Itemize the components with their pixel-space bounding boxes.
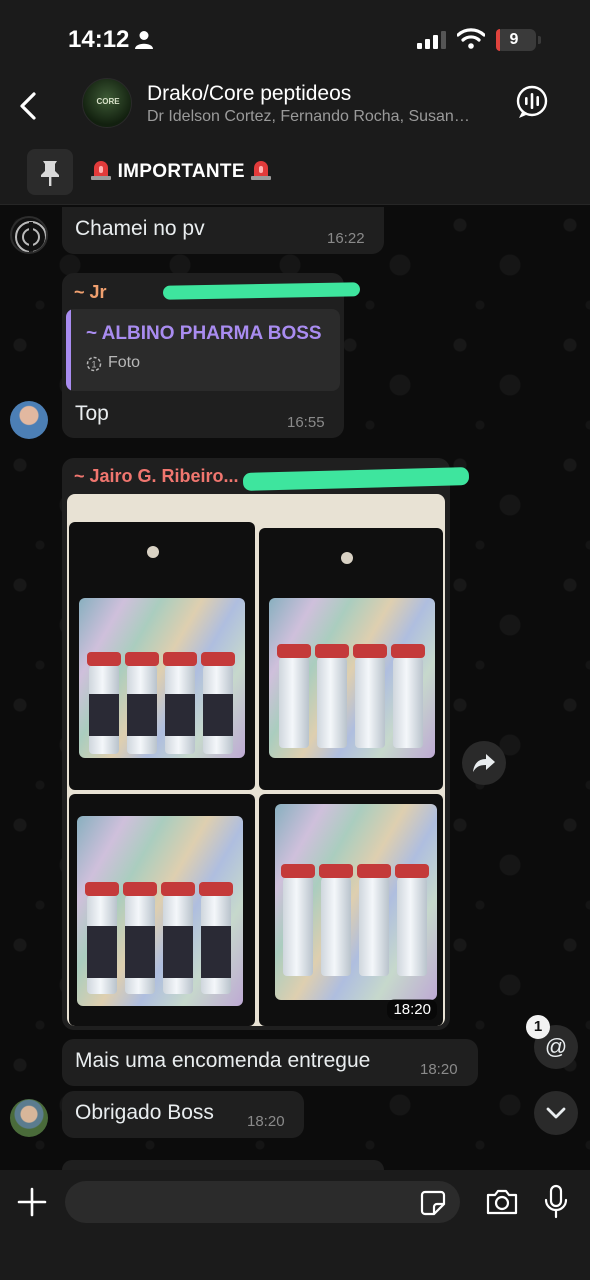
product-photo[interactable]: 18:20 xyxy=(67,494,445,1026)
vial xyxy=(281,864,315,976)
pinned-message-bar[interactable]: IMPORTANTE xyxy=(0,142,590,205)
siren-icon xyxy=(251,161,272,180)
battery-percent: 9 xyxy=(509,31,519,48)
siren-icon xyxy=(91,161,111,180)
avatar-user[interactable] xyxy=(10,1099,48,1137)
person-icon xyxy=(135,31,153,49)
message-bubble[interactable]: Obrigado Boss 18:20 xyxy=(62,1091,304,1138)
chevron-down-icon xyxy=(546,1107,566,1119)
message-text: Top xyxy=(75,402,109,425)
pin-button[interactable] xyxy=(27,149,73,195)
vial xyxy=(201,652,235,754)
pinned-message: IMPORTANTE xyxy=(90,158,272,183)
wifi-icon xyxy=(457,28,485,49)
microphone-icon[interactable] xyxy=(543,1184,569,1220)
partial-message-bubble xyxy=(62,1160,384,1170)
quote-accent-bar xyxy=(66,309,71,391)
quoted-sender: ~ ALBINO PHARMA BOSS xyxy=(86,323,322,344)
group-avatar[interactable]: CORE xyxy=(82,78,132,128)
back-button[interactable] xyxy=(10,86,50,126)
message-time: 16:22 xyxy=(327,230,365,247)
vial xyxy=(161,882,195,994)
group-avatar-logo-text: CORE xyxy=(96,97,120,106)
mentions-count-badge: 1 xyxy=(526,1015,550,1039)
chat-header: CORE Drako/Core peptideos Dr Idelson Cor… xyxy=(0,76,590,142)
svg-text:1: 1 xyxy=(91,360,96,370)
message-time: 18:20 xyxy=(247,1113,285,1130)
vial xyxy=(163,652,197,754)
vial xyxy=(395,864,429,976)
pin-icon xyxy=(41,161,59,186)
battery-indicator: 9 xyxy=(496,29,536,51)
vial xyxy=(315,644,349,748)
vial xyxy=(125,652,159,754)
vial xyxy=(277,644,311,748)
vial xyxy=(353,644,387,748)
forward-button[interactable] xyxy=(462,741,506,785)
quoted-message[interactable]: ~ ALBINO PHARMA BOSS 1 Foto xyxy=(66,309,340,391)
bag-hole xyxy=(341,552,353,564)
vial xyxy=(87,652,121,754)
status-time: 14:12 xyxy=(68,26,130,53)
message-text: Obrigado Boss xyxy=(75,1101,214,1124)
battery-cap xyxy=(538,36,541,44)
vial xyxy=(85,882,119,994)
status-bar: 14:12 9 xyxy=(0,0,590,76)
message-input[interactable] xyxy=(65,1181,460,1223)
camera-icon[interactable] xyxy=(485,1187,519,1217)
message-bubble[interactable]: Mais uma encomenda entregue 18:20 xyxy=(62,1039,478,1086)
vial xyxy=(123,882,157,994)
vial xyxy=(391,644,425,748)
voice-chat-icon[interactable] xyxy=(514,84,550,120)
message-text: Mais uma encomenda entregue xyxy=(75,1049,371,1072)
pinned-message-text: IMPORTANTE xyxy=(117,161,245,182)
cellular-signal-icon xyxy=(417,31,446,49)
bag-hole xyxy=(147,546,159,558)
vial xyxy=(357,864,391,976)
message-time: 18:20 xyxy=(420,1061,458,1078)
scroll-down-button[interactable] xyxy=(534,1091,578,1135)
plus-icon[interactable] xyxy=(16,1186,48,1218)
quoted-type: Foto xyxy=(108,354,141,371)
group-members[interactable]: Dr Idelson Cortez, Fernando Rocha, Susan… xyxy=(147,108,497,126)
avatar-jr[interactable] xyxy=(10,401,48,439)
photo-time: 18:20 xyxy=(387,999,437,1020)
message-bubble[interactable]: Chamei no pv 16:22 xyxy=(62,207,384,254)
sender-name[interactable]: ~ Jairo G. Ribeiro... xyxy=(74,466,239,487)
forward-icon xyxy=(473,754,495,772)
vial xyxy=(319,864,353,976)
vial xyxy=(199,882,233,994)
sticker-icon[interactable] xyxy=(419,1189,447,1217)
message-time: 16:55 xyxy=(287,414,325,431)
avatar-drako[interactable] xyxy=(10,216,48,254)
message-text: Chamei no pv xyxy=(75,217,205,240)
message-composer xyxy=(0,1170,590,1280)
group-title[interactable]: Drako/Core peptideos xyxy=(147,82,351,106)
view-once-icon: 1 xyxy=(86,356,102,372)
sender-name[interactable]: ~ Jr xyxy=(74,282,107,303)
